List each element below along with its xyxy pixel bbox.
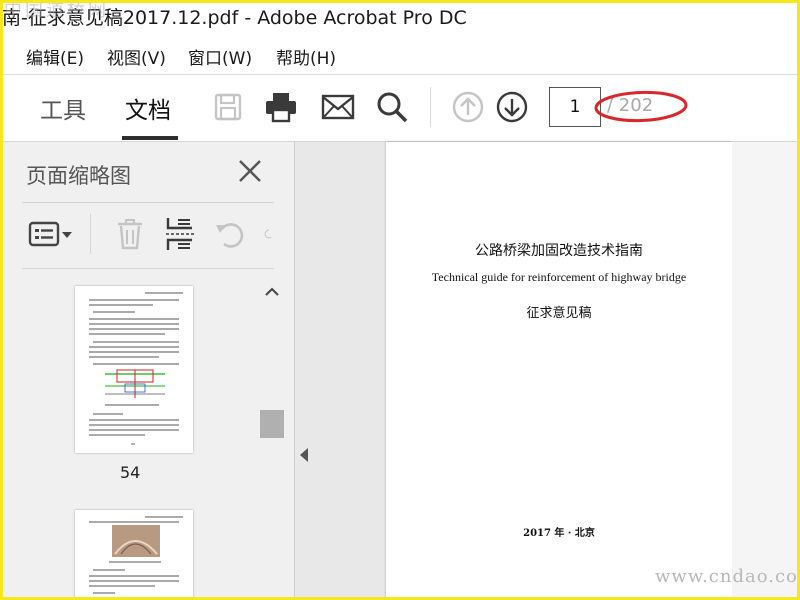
menu-view[interactable]: 视图(V) [107, 44, 166, 69]
menu-help[interactable]: 帮助(H) [276, 44, 336, 69]
extract-pages-icon[interactable] [162, 216, 198, 252]
menu-bar: 编辑(E) 视图(V) 窗口(W) 帮助(H) [0, 36, 800, 75]
undo-icon[interactable] [213, 216, 249, 252]
menu-window[interactable]: 窗口(W) [188, 44, 252, 69]
panel-toolbar-separator [90, 214, 91, 254]
page-thumbnail[interactable] [75, 286, 193, 453]
document-scroll-area[interactable] [732, 142, 800, 600]
redo-icon[interactable] [262, 216, 274, 252]
menu-edit[interactable]: 编辑(E) [26, 44, 84, 69]
search-icon[interactable] [374, 89, 410, 125]
thumbnail-options-icon[interactable] [28, 216, 74, 252]
page-thumbnail[interactable] [75, 510, 193, 600]
panel-title: 页面缩略图 [26, 164, 131, 188]
document-title-cn: 公路桥梁加固改造技术指南 [475, 243, 643, 259]
document-title-en: Technical guide for reinforcement of hig… [431, 270, 687, 284]
thumbnail-page-number: 54 [120, 463, 141, 482]
toolbar-separator [430, 87, 431, 127]
document-subtitle: 征求意见稿 [526, 306, 592, 321]
print-icon[interactable] [263, 89, 299, 125]
watermark-top-left: 中国道桥网 [4, 0, 109, 21]
close-icon[interactable] [236, 157, 264, 185]
document-view: 公路桥梁加固改造技术指南 Technical guide for reinfor… [295, 142, 800, 600]
thumbnail-scrollbar[interactable] [260, 277, 284, 600]
collapse-panel-icon[interactable] [299, 447, 309, 463]
delete-icon[interactable] [112, 216, 148, 252]
panel-divider-2 [22, 268, 274, 269]
watermark-bottom-right: www.cndao.com [655, 566, 800, 587]
active-tab-indicator [122, 136, 178, 140]
email-icon[interactable] [320, 89, 356, 125]
save-icon[interactable] [210, 89, 246, 125]
panel-divider [22, 202, 274, 203]
pdf-page: 公路桥梁加固改造技术指南 Technical guide for reinfor… [386, 142, 732, 600]
highlight-ellipse [594, 90, 688, 123]
page-thumbnails-panel: 页面缩略图 54 [0, 142, 295, 600]
previous-page-icon[interactable] [450, 89, 486, 125]
scrollbar-thumb[interactable] [260, 410, 284, 438]
document-date-line: 2017 年 · 北京 [523, 528, 595, 539]
tab-document[interactable]: 文档 [125, 91, 171, 125]
tab-tools[interactable]: 工具 [40, 91, 86, 125]
window-titlebar: 南-征求意见稿2017.12.pdf - Adobe Acrobat Pro D… [0, 0, 800, 36]
next-page-icon[interactable] [494, 89, 530, 125]
